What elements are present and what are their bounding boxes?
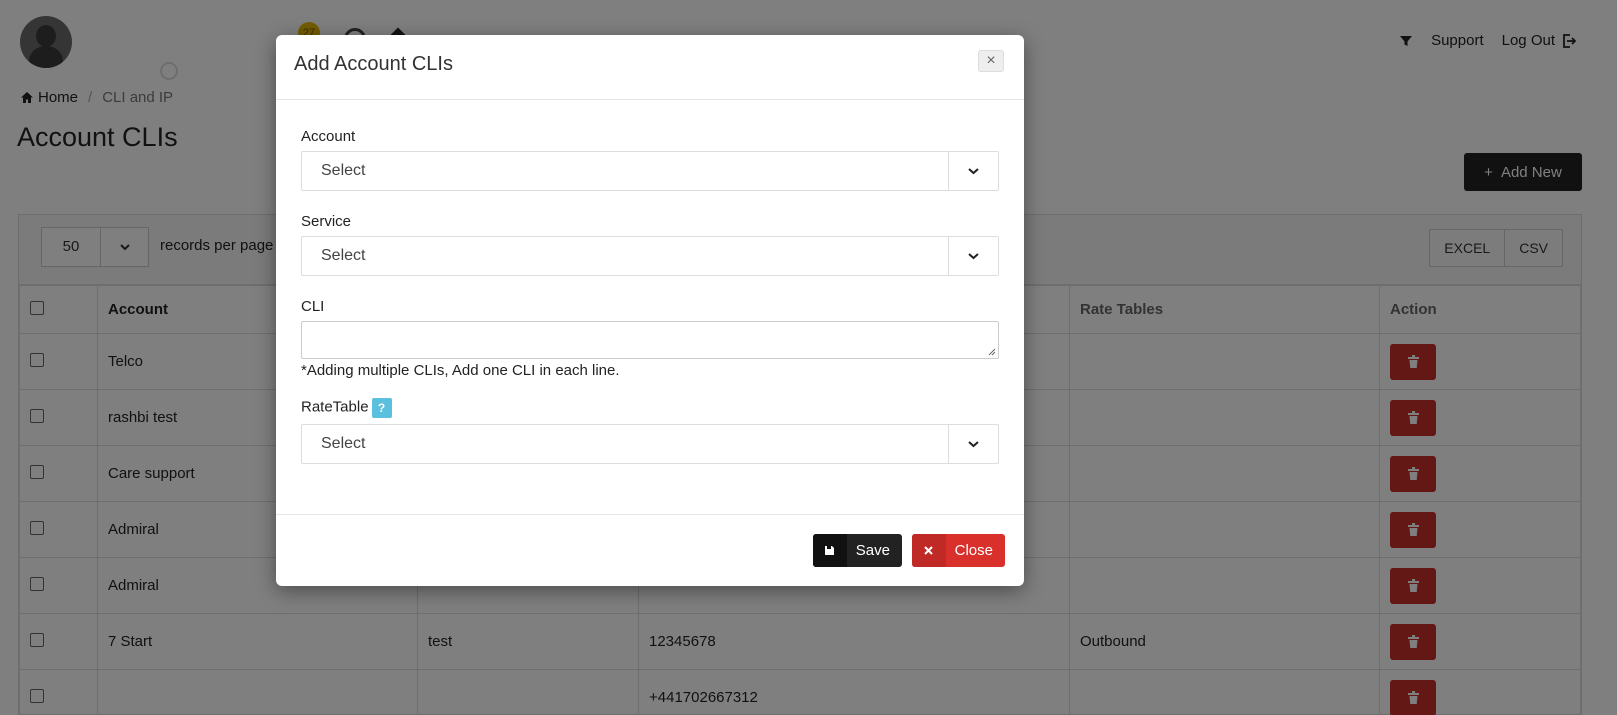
cli-textarea[interactable]	[301, 321, 999, 359]
modal-body: Account Select Service Select CLI *Addin…	[276, 128, 1024, 464]
cli-hint: *Adding multiple CLIs, Add one CLI in ea…	[301, 362, 620, 379]
close-button[interactable]: Close	[912, 534, 1005, 567]
save-label: Save	[855, 542, 890, 559]
chevron-down-icon	[948, 152, 998, 190]
resize-grip-icon[interactable]	[988, 348, 996, 356]
modal-header: Add Account CLIs ×	[276, 35, 1024, 100]
account-select[interactable]: Select	[301, 151, 999, 191]
service-select[interactable]: Select	[301, 236, 999, 276]
ratetable-label-row: RateTable?	[301, 398, 999, 418]
close-label: Close	[954, 542, 993, 559]
ratetable-help-icon[interactable]: ?	[371, 398, 392, 418]
modal-title: Add Account CLIs	[294, 53, 453, 75]
save-button[interactable]: Save	[813, 534, 902, 567]
chevron-down-icon	[948, 237, 998, 275]
chevron-down-icon	[948, 425, 998, 463]
account-select-value: Select	[321, 162, 366, 179]
service-label: Service	[301, 213, 352, 230]
ratetable-select-value: Select	[321, 435, 366, 452]
close-icon	[912, 534, 946, 567]
modal-close-x-button[interactable]: ×	[978, 50, 1004, 72]
ratetable-select[interactable]: Select	[301, 424, 999, 464]
service-select-value: Select	[321, 247, 366, 264]
modal-footer: Save Close	[276, 514, 1024, 586]
account-label: Account	[301, 128, 356, 145]
save-icon	[813, 534, 847, 567]
ratetable-label: RateTable	[301, 398, 369, 416]
add-account-clis-modal: Add Account CLIs × Account Select Servic…	[276, 35, 1024, 586]
cli-label: CLI	[301, 298, 325, 315]
